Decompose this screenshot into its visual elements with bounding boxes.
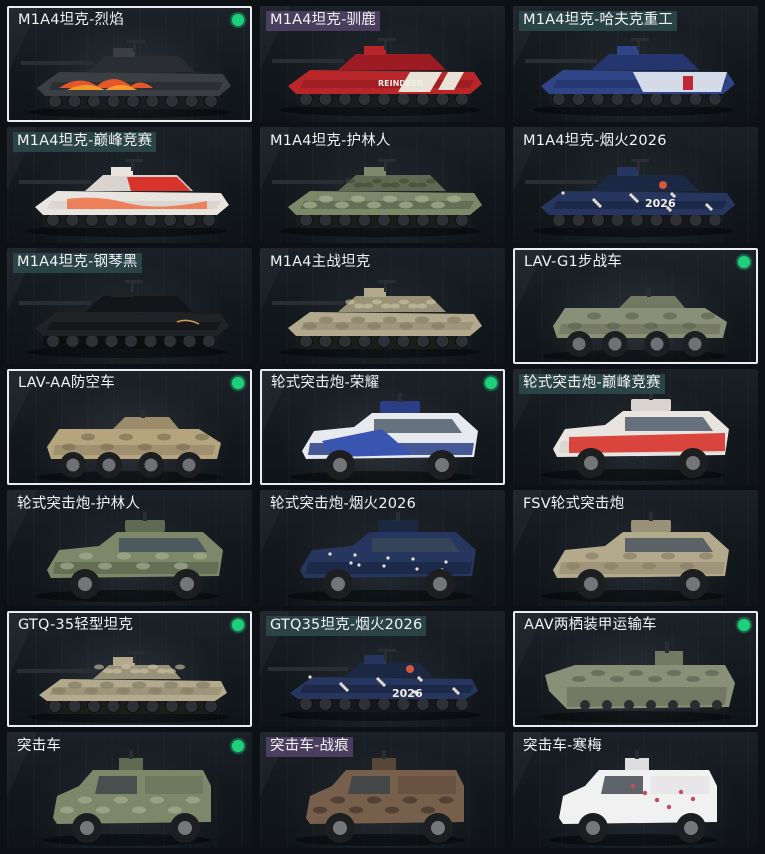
vehicle-name: M1A4坦克-护林人 [270, 133, 391, 149]
vehicle-card[interactable]: 轮式突击炮-护林人 [7, 490, 252, 606]
vehicle-image [43, 750, 211, 846]
vehicle-name: LAV-AA防空车 [18, 375, 115, 391]
vehicle-card[interactable]: FSV轮式突击炮 [513, 490, 758, 606]
vehicle-name: LAV-G1步战车 [524, 254, 622, 270]
aav-silhouette [539, 641, 735, 723]
owned-indicator-icon [232, 14, 244, 26]
vehicle-image: REINDEER [272, 38, 482, 116]
vehicle-card[interactable]: M1A4坦克-护林人 [260, 127, 505, 243]
vehicle-name: M1A4坦克-烈焰 [18, 12, 124, 28]
vehicle-name: M1A4坦克-驯鹿 [266, 11, 380, 31]
lav-silhouette [37, 409, 221, 483]
vehicle-name: 轮式突击炮-巅峰竞赛 [519, 374, 665, 394]
vehicle-card[interactable]: GTQ35坦克-烟火2026 2026 [260, 611, 505, 727]
owned-indicator-icon [738, 619, 750, 631]
vehicle-card[interactable]: 突击车-寒梅 [513, 732, 758, 848]
vehicle-image [272, 280, 482, 358]
vehicle-card[interactable]: 突击车-战痕 [260, 732, 505, 848]
lav-silhouette [543, 288, 727, 362]
vehicle-name: 轮式突击炮-护林人 [17, 496, 141, 512]
vehicle-card[interactable]: M1A4坦克-钢琴黑 [7, 248, 252, 364]
vehicle-card[interactable]: M1A4坦克-烟火2026 2026 [513, 127, 758, 243]
vehicle-image [21, 40, 231, 118]
tank-silhouette [272, 280, 482, 358]
vehicle-name: GTQ35坦克-烟火2026 [266, 616, 427, 636]
owned-indicator-icon [485, 377, 497, 389]
vehicle-card[interactable]: 轮式突击炮-荣耀 [260, 369, 505, 485]
vehicle-skin-grid: M1A4坦克-烈焰 M1A4坦克-驯鹿 REINDEER M1A4坦克-哈夫克重工 M1… [0, 0, 765, 854]
wheeled-silhouette [35, 512, 223, 602]
vehicle-card[interactable]: M1A4坦克-巅峰竞赛 [7, 127, 252, 243]
vehicle-card[interactable]: M1A4坦克-哈夫克重工 [513, 6, 758, 122]
tank-silhouette [19, 280, 229, 358]
vehicle-name: GTQ-35轻型坦克 [18, 617, 134, 633]
wheeled-silhouette [541, 512, 729, 602]
tank-silhouette [525, 38, 735, 116]
vehicle-image [296, 750, 464, 846]
vehicle-card[interactable]: 轮式突击炮-烟火2026 [260, 490, 505, 606]
vehicle-name: 轮式突击炮-荣耀 [271, 375, 380, 391]
vehicle-image [549, 750, 717, 846]
vehicle-image [543, 288, 727, 362]
vehicle-decal: 2026 [392, 687, 423, 700]
tank-silhouette [19, 159, 229, 237]
owned-indicator-icon [232, 377, 244, 389]
vehicle-image [525, 38, 735, 116]
mrap-silhouette [296, 750, 464, 846]
vehicle-name: FSV轮式突击炮 [523, 496, 625, 512]
vehicle-name: M1A4坦克-巅峰竞赛 [13, 132, 157, 152]
vehicle-name: M1A4坦克-哈夫克重工 [519, 11, 678, 31]
wheeled-silhouette [541, 391, 729, 481]
vehicle-card[interactable]: M1A4坦克-驯鹿 REINDEER [260, 6, 505, 122]
vehicle-name: 轮式突击炮-烟火2026 [270, 496, 417, 512]
owned-indicator-icon [232, 740, 244, 752]
vehicle-name: M1A4坦克-钢琴黑 [13, 253, 142, 273]
vehicle-name: 突击车-战痕 [266, 737, 353, 757]
vehicle-image [35, 512, 223, 602]
vehicle-card[interactable]: LAV-G1步战车 [513, 248, 758, 364]
vehicle-name: M1A4坦克-烟火2026 [523, 133, 667, 149]
vehicle-image [290, 393, 478, 483]
tank-silhouette [268, 649, 480, 721]
vehicle-image [19, 159, 229, 237]
wheeled-silhouette [288, 512, 476, 602]
vehicle-image [288, 512, 476, 602]
vehicle-name: M1A4主战坦克 [270, 254, 371, 270]
tank-silhouette [272, 159, 482, 237]
mrap-silhouette [549, 750, 717, 846]
vehicle-card[interactable]: M1A4坦克-烈焰 [7, 6, 252, 122]
vehicle-image [17, 651, 229, 723]
vehicle-image [19, 280, 229, 358]
vehicle-image [541, 391, 729, 481]
tank-silhouette [272, 38, 482, 116]
vehicle-decal: REINDEER [378, 79, 423, 88]
vehicle-image [37, 409, 221, 483]
vehicle-card[interactable]: M1A4主战坦克 [260, 248, 505, 364]
mrap-silhouette [43, 750, 211, 846]
vehicle-name: 突击车 [17, 738, 62, 754]
wheeled-silhouette [290, 393, 478, 483]
vehicle-image [541, 512, 729, 602]
tank-silhouette [21, 40, 231, 118]
vehicle-card[interactable]: LAV-AA防空车 [7, 369, 252, 485]
vehicle-image [539, 641, 735, 723]
vehicle-image [272, 159, 482, 237]
vehicle-card[interactable]: AAV两栖装甲运输车 [513, 611, 758, 727]
vehicle-image: 2026 [268, 649, 480, 721]
owned-indicator-icon [738, 256, 750, 268]
vehicle-card[interactable]: 突击车 [7, 732, 252, 848]
vehicle-name: 突击车-寒梅 [523, 738, 602, 754]
vehicle-name: AAV两栖装甲运输车 [524, 617, 657, 633]
vehicle-decal: 2026 [645, 197, 676, 210]
vehicle-image: 2026 [525, 159, 735, 237]
vehicle-card[interactable]: 轮式突击炮-巅峰竞赛 [513, 369, 758, 485]
vehicle-card[interactable]: GTQ-35轻型坦克 [7, 611, 252, 727]
tank-silhouette [17, 651, 229, 723]
tank-silhouette [525, 159, 735, 237]
owned-indicator-icon [232, 619, 244, 631]
